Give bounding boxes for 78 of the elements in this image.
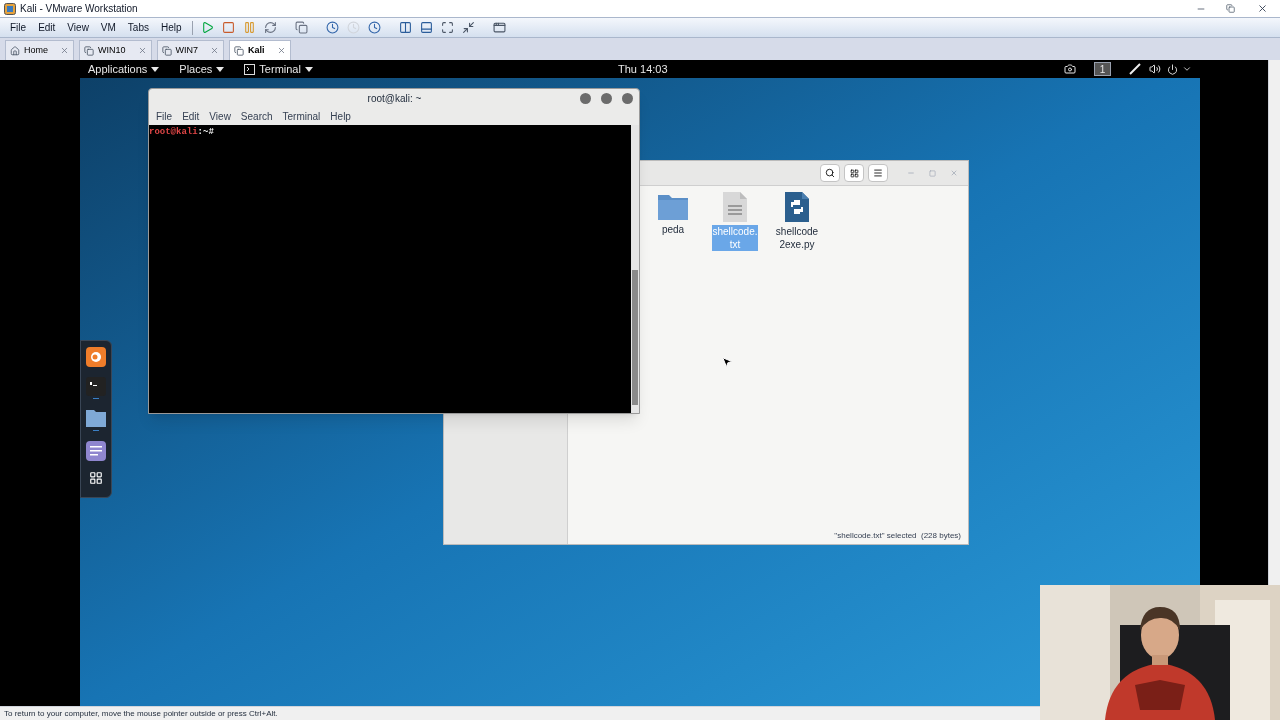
panel-icon[interactable] bbox=[419, 21, 433, 34]
caret-icon bbox=[1182, 64, 1192, 74]
clock[interactable]: Thu 14:03 bbox=[618, 60, 668, 78]
notes-icon[interactable] bbox=[86, 441, 106, 461]
stop-icon[interactable] bbox=[221, 21, 235, 34]
search-icon bbox=[825, 168, 835, 178]
sidebar-icon[interactable] bbox=[398, 21, 412, 34]
vm-tab[interactable]: Home bbox=[5, 40, 74, 60]
prompt-user: root@kali bbox=[149, 127, 198, 137]
folder-icon bbox=[658, 192, 688, 220]
clock-icon[interactable] bbox=[367, 21, 381, 34]
top-bar-menu[interactable]: Places bbox=[179, 60, 225, 78]
window-title: root@kali: ~ bbox=[366, 91, 423, 106]
file-name[interactable]: peda bbox=[650, 223, 696, 236]
scrollbar[interactable] bbox=[1268, 60, 1280, 585]
close-button[interactable] bbox=[622, 92, 633, 104]
copy-icon[interactable] bbox=[294, 21, 308, 34]
vm-icon bbox=[161, 45, 172, 56]
text-file-icon bbox=[723, 192, 747, 222]
vm-tab[interactable]: WIN10 bbox=[79, 40, 152, 60]
close-icon[interactable] bbox=[1257, 3, 1268, 14]
camera-icon bbox=[1064, 63, 1076, 75]
menu-item[interactable]: View bbox=[204, 108, 236, 124]
restore-icon[interactable] bbox=[1226, 4, 1235, 13]
caret-icon bbox=[151, 66, 160, 72]
browser-icon[interactable] bbox=[86, 347, 106, 367]
grid-icon bbox=[849, 168, 859, 178]
menu-item[interactable]: Edit bbox=[32, 20, 62, 35]
workspace-indicator[interactable]: 1 bbox=[1094, 62, 1111, 76]
top-bar-menu[interactable]: Terminal bbox=[244, 60, 313, 78]
mouse-pointer-icon bbox=[721, 356, 733, 368]
app-grid-icon[interactable] bbox=[89, 471, 103, 485]
status-text: "shellcode.txt" selected (228 bytes) bbox=[833, 530, 962, 542]
prompt-path: :~# bbox=[197, 127, 214, 137]
menu-item[interactable]: Terminal bbox=[277, 108, 326, 124]
tab-label: WIN10 bbox=[98, 43, 127, 57]
menu-item[interactable]: Edit bbox=[177, 108, 205, 124]
refresh-icon[interactable] bbox=[263, 21, 277, 34]
file-name[interactable]: shellcode2exe.py bbox=[774, 225, 820, 251]
tab-label: WIN7 bbox=[175, 43, 200, 57]
menu-item[interactable]: Help bbox=[325, 108, 356, 124]
app-icon bbox=[4, 2, 16, 15]
caret-icon bbox=[304, 66, 313, 72]
maximize-button[interactable] bbox=[601, 92, 612, 104]
volume-icon bbox=[1149, 63, 1161, 75]
tab-label: Kali bbox=[248, 43, 266, 57]
vm-icon bbox=[234, 45, 245, 56]
scrollbar[interactable] bbox=[631, 125, 639, 413]
play-icon[interactable] bbox=[200, 21, 214, 34]
menu-button[interactable] bbox=[868, 164, 888, 182]
terminal-icon[interactable] bbox=[86, 377, 106, 399]
menu-item[interactable]: VM bbox=[94, 20, 122, 35]
menu-item[interactable]: File bbox=[151, 108, 178, 124]
window-icon[interactable] bbox=[492, 21, 506, 34]
view-toggle-button[interactable] bbox=[844, 164, 864, 182]
status-bar-text: To return to your computer, move the mouse pointer outside or press Ctrl+Alt. bbox=[4, 707, 278, 720]
menu-item[interactable]: View bbox=[61, 20, 95, 35]
window-title: Kali - VMware Workstation bbox=[20, 2, 138, 16]
vm-icon bbox=[84, 45, 94, 56]
menu-item[interactable]: Help bbox=[155, 20, 188, 35]
clock-icon[interactable] bbox=[325, 21, 339, 34]
menu-item[interactable]: Tabs bbox=[121, 20, 155, 35]
search-button[interactable] bbox=[820, 164, 840, 182]
terminal-icon bbox=[244, 63, 256, 75]
home-icon bbox=[10, 45, 20, 56]
fullscreen-icon[interactable] bbox=[440, 21, 454, 34]
menu-icon bbox=[873, 168, 883, 178]
caret-icon bbox=[216, 66, 225, 72]
minimize-button[interactable] bbox=[580, 92, 591, 104]
tab-label: Home bbox=[24, 43, 49, 57]
menu-item[interactable]: File bbox=[4, 20, 33, 35]
top-bar-menu[interactable]: Applications bbox=[88, 60, 160, 78]
python-file-icon bbox=[785, 192, 809, 222]
vm-tab[interactable]: WIN7 bbox=[156, 40, 225, 60]
folder-icon[interactable] bbox=[86, 409, 106, 431]
menu-item[interactable]: Search bbox=[235, 108, 278, 124]
vm-tab[interactable]: Kali bbox=[229, 40, 291, 60]
power-icon[interactable] bbox=[1167, 63, 1178, 75]
